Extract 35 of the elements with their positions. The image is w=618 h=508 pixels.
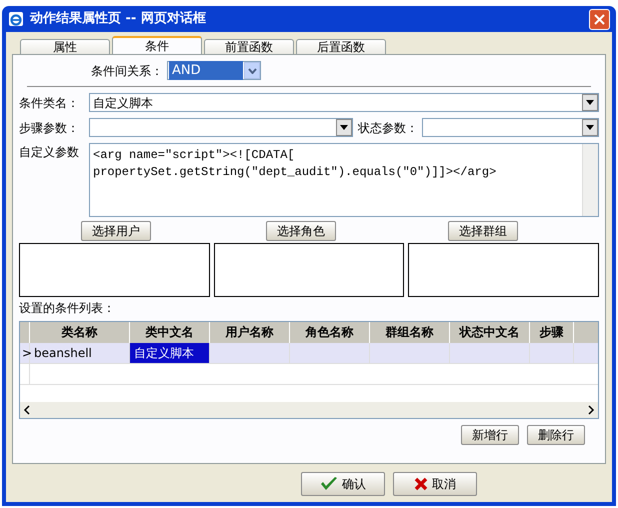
confirm-button[interactable]: 确认 xyxy=(301,472,385,496)
caret-icon xyxy=(586,125,594,130)
scroll-left-icon[interactable] xyxy=(23,405,31,415)
scroll-right-icon[interactable] xyxy=(587,405,595,415)
cross-icon xyxy=(414,477,428,491)
browser-icon xyxy=(8,11,24,27)
tab[interactable]: 后置函数 xyxy=(296,39,386,54)
caret-icon xyxy=(248,68,256,74)
row-button[interactable]: 删除行 xyxy=(527,425,585,445)
list-label: 设置的条件列表： xyxy=(19,300,116,317)
close-button[interactable] xyxy=(589,8,610,30)
row-button[interactable]: 新增行 xyxy=(461,425,519,445)
tab[interactable]: 属性 xyxy=(20,39,110,54)
caret-icon xyxy=(340,125,348,130)
class-name-dropdown[interactable]: 自定义脚本 xyxy=(89,93,599,112)
relation-dropdown[interactable]: AND xyxy=(167,61,261,80)
pick-button[interactable]: 选择用户 xyxy=(81,221,151,241)
window-title: 动作结果属性页 -- 网页对话框 xyxy=(30,10,206,28)
caret-icon xyxy=(586,100,594,105)
pick-button[interactable]: 选择群组 xyxy=(448,221,518,241)
field-label: 自定义参数 xyxy=(19,144,80,161)
field-label: 步骤参数： xyxy=(19,120,80,136)
field-label: 条件类名： xyxy=(19,94,80,112)
tab[interactable]: 前置函数 xyxy=(204,39,294,54)
cancel-button[interactable]: 取消 xyxy=(393,472,477,496)
table-cell: 自定义脚本 xyxy=(130,343,210,363)
close-icon xyxy=(594,14,605,24)
field-label: 状态参数： xyxy=(358,120,418,136)
field-label: 条件间关系： xyxy=(91,62,163,80)
step-param-dropdown[interactable] xyxy=(89,118,353,137)
check-icon xyxy=(320,476,338,492)
pick-button[interactable]: 选择角色 xyxy=(266,221,336,241)
custom-params-textarea[interactable]: <arg name="script"><![CDATA[ propertySet.getString("dept_audit").equals("0")]]></arg> xyxy=(89,143,599,217)
tab[interactable]: 条件 xyxy=(112,36,202,54)
state-param-dropdown[interactable] xyxy=(422,118,599,137)
